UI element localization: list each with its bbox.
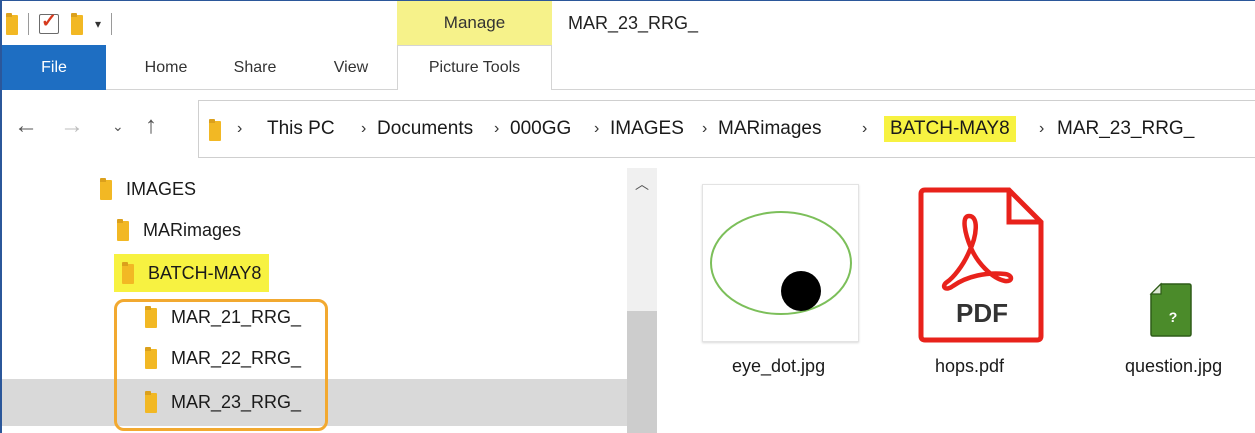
pdf-label: PDF [956, 298, 1008, 328]
tab-view[interactable]: View [320, 45, 382, 90]
scroll-thumb[interactable] [627, 311, 657, 433]
tab-share[interactable]: Share [224, 45, 286, 90]
tree-item-label: IMAGES [126, 178, 197, 199]
file-name-eye-dot[interactable]: eye_dot.jpg [732, 356, 825, 377]
forward-arrow-icon[interactable]: → [60, 112, 84, 140]
tree-item-batch-may8[interactable]: BATCH-MAY8 [114, 254, 270, 292]
chevron-right-icon[interactable]: › [594, 120, 599, 138]
breadcrumb-marimages[interactable]: MARimages [718, 118, 821, 140]
folder-icon [100, 178, 112, 200]
properties-checkmark-icon[interactable]: ✓ [39, 11, 59, 34]
divider [111, 13, 113, 35]
chevron-right-icon[interactable]: › [702, 120, 707, 138]
breadcrumb-000gg[interactable]: 000GG [510, 118, 571, 140]
eye-image-icon [710, 211, 852, 315]
folder-icon [117, 219, 129, 241]
tab-picture-tools[interactable]: Picture Tools [397, 45, 552, 90]
file-list: eye_dot.jpg PDF hops.pdf ? question.jpg [657, 168, 1255, 433]
tree-item-label: BATCH-MAY8 [148, 262, 262, 283]
manage-tab-label: Manage [443, 13, 506, 32]
manage-context-tab[interactable]: Manage [397, 1, 552, 45]
tab-file[interactable]: File [2, 45, 106, 90]
breadcrumb-mar-23-rrg[interactable]: MAR_23_RRG_ [1057, 118, 1194, 140]
quick-access-toolbar: ✓ ▾ [6, 9, 122, 39]
folder-icon [209, 119, 221, 141]
address-bar[interactable]: › This PC › Documents › 000GG › IMAGES ›… [198, 100, 1255, 158]
pdf-icon[interactable]: PDF [917, 186, 1047, 344]
chevron-down-icon[interactable]: ⌄ [112, 118, 124, 135]
folder-icon[interactable] [6, 13, 18, 35]
window-title: MAR_23_RRG_ [568, 13, 699, 33]
file-name-question[interactable]: question.jpg [1125, 356, 1222, 377]
divider [28, 13, 29, 35]
tree-item-label: MARimages [143, 219, 242, 240]
eye-dot-thumbnail[interactable] [702, 184, 859, 342]
vertical-scrollbar[interactable]: ︿ [627, 168, 657, 433]
title-bar: ✓ ▾ Manage MAR_23_RRG_ [2, 1, 1255, 45]
breadcrumb-this-pc[interactable]: This PC [267, 118, 335, 140]
chevron-right-icon[interactable]: › [1039, 120, 1044, 138]
new-folder-icon[interactable] [71, 13, 83, 35]
tree-item-images[interactable]: IMAGES [100, 174, 196, 204]
chevron-right-icon[interactable]: › [862, 120, 867, 138]
chevron-right-icon[interactable]: › [494, 120, 499, 138]
customize-qat-chevron-icon[interactable]: ▾ [95, 17, 101, 31]
tab-home[interactable]: Home [130, 45, 202, 90]
chevron-right-icon[interactable]: › [237, 120, 242, 138]
breadcrumb-documents[interactable]: Documents [377, 118, 473, 140]
ribbon-tabs: File Home Share View Picture Tools [2, 45, 1255, 90]
explorer-window: ✓ ▾ Manage MAR_23_RRG_ File Home Share V… [0, 0, 1255, 433]
navigation-tree: IMAGES MARimages BATCH-MAY8 MAR_21_RRG_ … [2, 168, 657, 433]
orange-annotation-outline [114, 299, 328, 431]
tree-item-marimages[interactable]: MARimages [117, 215, 241, 245]
breadcrumb-batch-may8[interactable]: BATCH-MAY8 [884, 116, 1016, 142]
image-question-icon[interactable]: ? [1149, 282, 1193, 338]
file-name-hops[interactable]: hops.pdf [935, 356, 1004, 377]
chevron-right-icon[interactable]: › [361, 120, 366, 138]
navigation-bar: ← → ⌄ ↑ › This PC › Documents › 000GG › … [2, 90, 1255, 168]
breadcrumb-images[interactable]: IMAGES [610, 118, 684, 140]
folder-icon [122, 262, 134, 284]
up-arrow-icon[interactable]: ↑ [145, 112, 157, 140]
question-mark: ? [1169, 309, 1178, 325]
back-arrow-icon[interactable]: ← [14, 112, 38, 140]
scroll-up-chevron-icon[interactable]: ︿ [627, 174, 657, 194]
